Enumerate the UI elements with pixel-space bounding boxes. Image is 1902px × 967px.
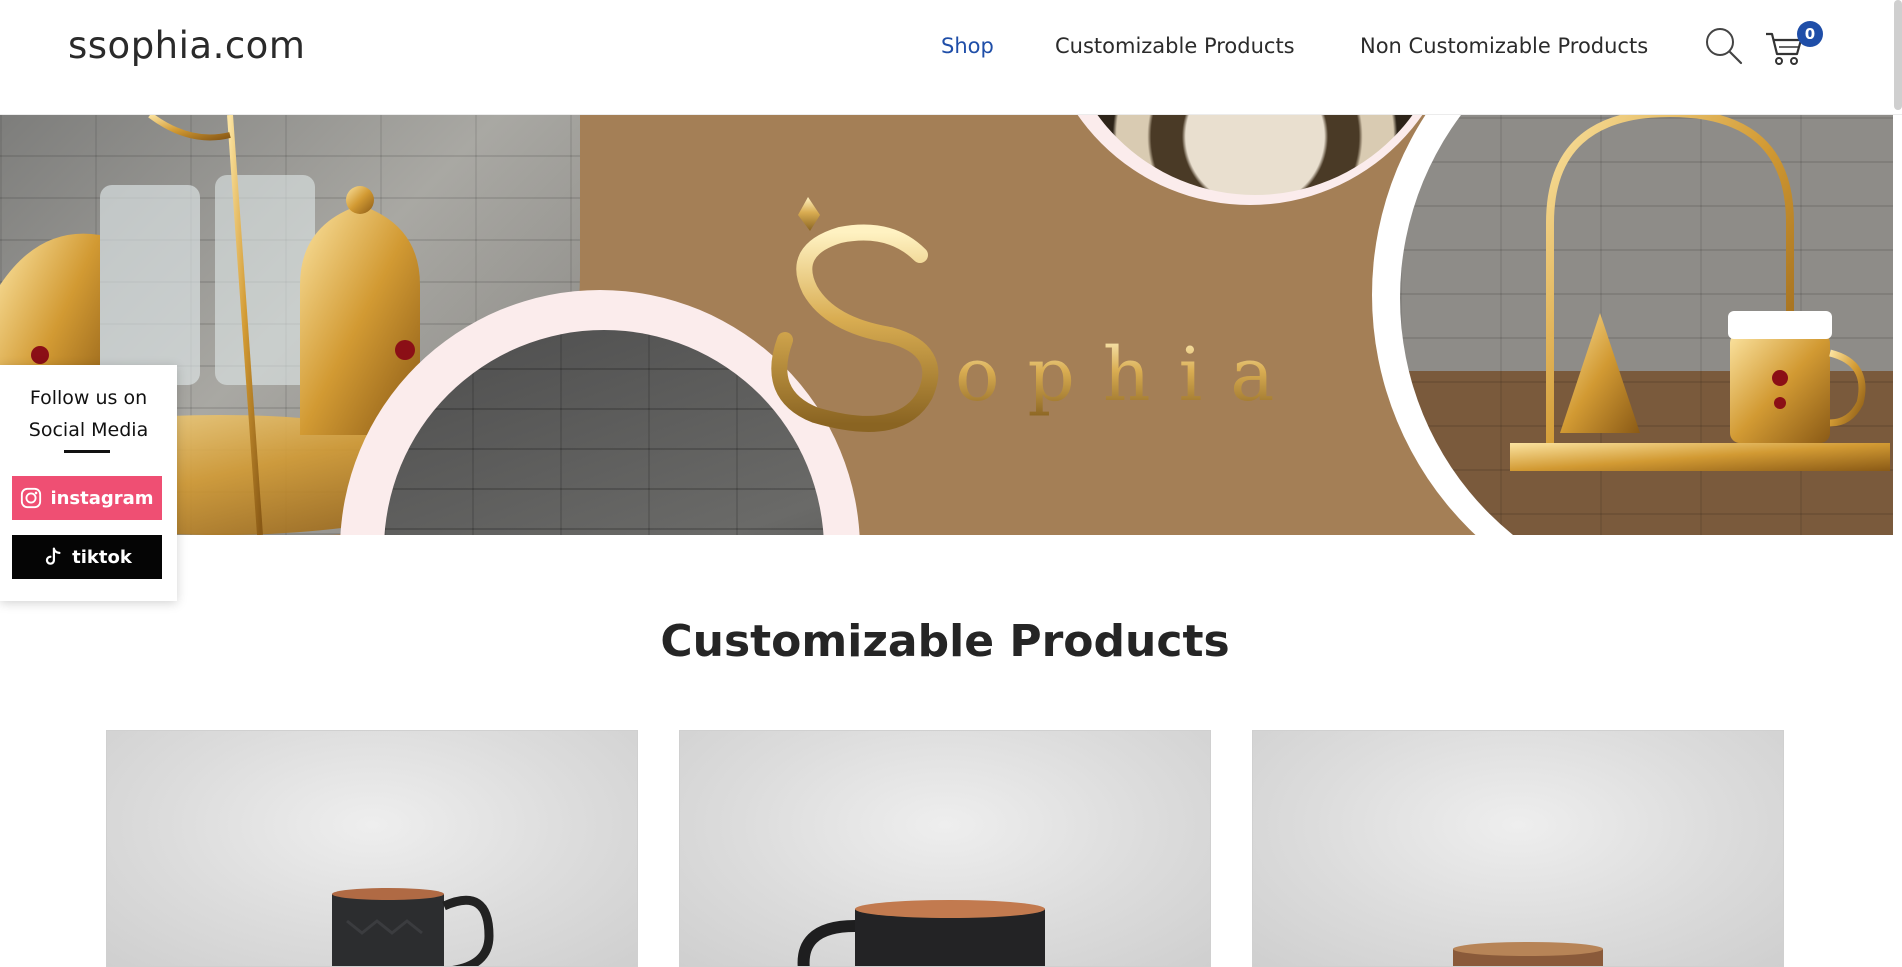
tiktok-label: tiktok — [72, 546, 132, 568]
instagram-label: instagram — [50, 487, 154, 509]
cart-count-badge: 0 — [1797, 21, 1823, 47]
social-title-line1: Follow us on — [29, 387, 148, 409]
product-image-mug-black-copper-rim — [797, 900, 1045, 966]
nav-shop[interactable]: Shop — [941, 34, 994, 58]
social-title: Follow us on Social Media — [0, 382, 177, 446]
tiktok-icon — [46, 547, 61, 565]
social-title-line2: Social Media — [28, 419, 149, 441]
nav-non-customizable-products[interactable]: Non Customizable Products — [1360, 34, 1648, 58]
product-card[interactable] — [679, 730, 1211, 967]
site-header: ssophia.com Shop Customizable Products N… — [0, 0, 1902, 115]
product-card[interactable] — [1252, 730, 1784, 967]
section-title: Customizable Products — [660, 616, 1230, 667]
coffee-set-illustration — [1510, 115, 1890, 471]
svg-text:ophia: ophia — [955, 332, 1302, 418]
nav-customizable-products[interactable]: Customizable Products — [1055, 34, 1295, 58]
product-image-mug-black-textured — [332, 888, 494, 966]
social-divider — [64, 450, 110, 453]
search-icon[interactable] — [1704, 26, 1744, 66]
instagram-icon — [21, 487, 42, 509]
hero-banner: ophia — [0, 115, 1893, 535]
instagram-button[interactable]: instagram — [12, 476, 162, 520]
page-scrollbar[interactable] — [1894, 0, 1902, 110]
product-image-copper-cup — [1453, 942, 1603, 966]
social-media-widget: Follow us on Social Media instagram tikt… — [0, 365, 177, 601]
sophia-brand-logo: ophia — [771, 197, 1302, 432]
site-logo[interactable]: ssophia.com — [68, 24, 305, 67]
product-card[interactable] — [106, 730, 638, 967]
tiktok-button[interactable]: tiktok — [12, 535, 162, 579]
